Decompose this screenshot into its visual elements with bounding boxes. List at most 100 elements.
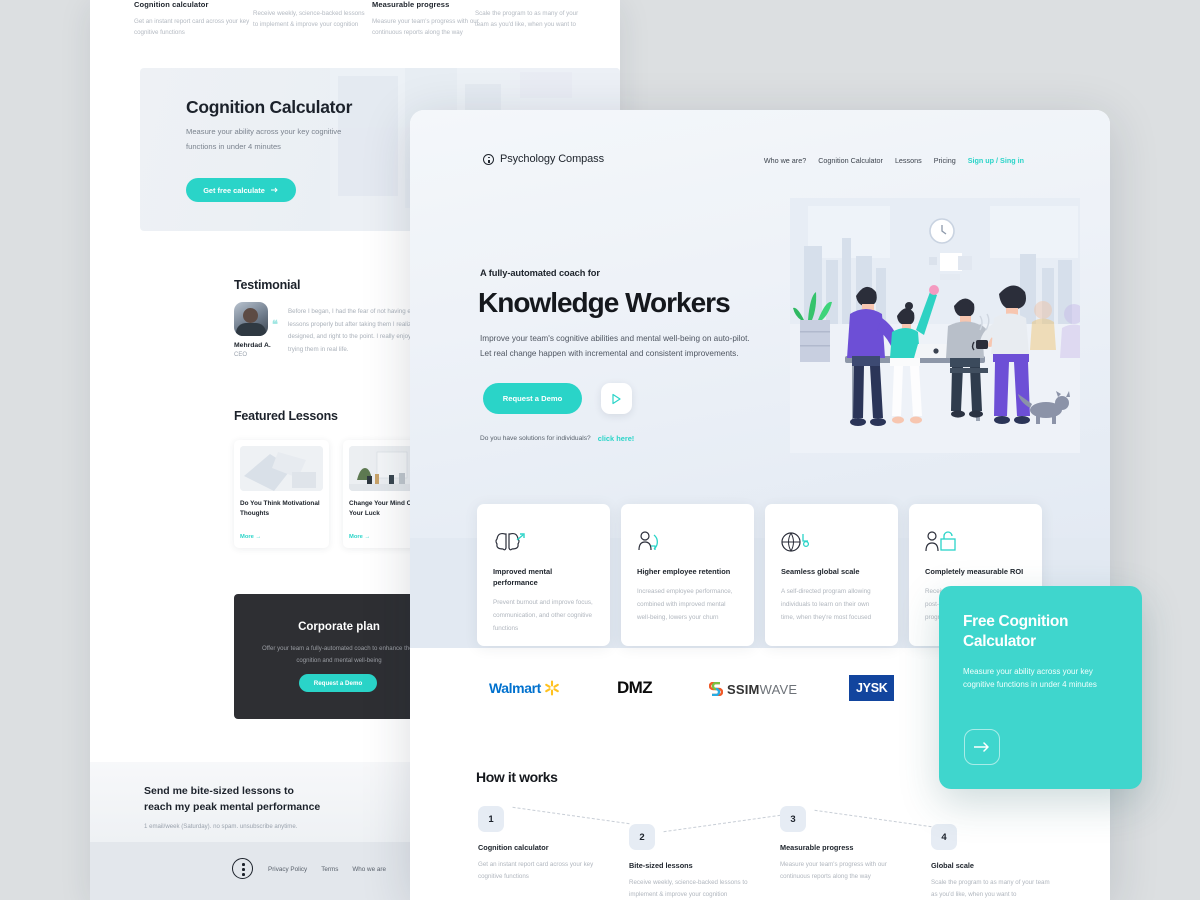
step-title: Cognition calculator	[478, 843, 549, 852]
bg-step-1: Cognition calculator Get an instant repo…	[134, 0, 252, 39]
compass-icon	[483, 153, 494, 165]
client-logo-ssimwave: SSIMWAVE	[709, 676, 797, 702]
hero-subtitle-line2: Let real change happen with incremental …	[480, 349, 739, 359]
ssimwave-mark-icon	[709, 682, 723, 696]
avatar	[234, 302, 268, 336]
team-illustration	[790, 198, 1080, 453]
background-how-it-works-strip: Cognition calculator Get an instant repo…	[90, 0, 620, 58]
bg-step-title: Global scale	[475, 0, 593, 1]
arrow-right-icon	[973, 742, 989, 752]
individuals-question: Do you have solutions for individuals?	[480, 435, 591, 442]
employee-retention-icon	[637, 530, 738, 556]
bg-get-free-calculate-button[interactable]: Get free calculate	[186, 178, 296, 202]
bg-step-4: Global scale Scale the program to as man…	[475, 0, 593, 31]
bg-step-desc: Get an instant report card across your k…	[134, 18, 250, 37]
step-desc: Receive weekly, science-backed lessons t…	[629, 879, 748, 899]
lesson-thumbnail	[240, 446, 323, 491]
bg-testimonial-name: Mehrdad A.	[234, 342, 271, 349]
feature-card-desc: A self-directed program allowing individ…	[781, 588, 872, 621]
hero-eyebrow: A fully-automated coach for	[480, 268, 600, 278]
bg-step-title: Bite-sized lessons	[253, 0, 371, 1]
step-title: Global scale	[931, 861, 974, 870]
walmart-wordmark: Walmart	[489, 680, 541, 696]
step-desc: Measure your team's progress with our co…	[780, 861, 887, 881]
jysk-wordmark: JYSK	[856, 681, 888, 695]
bg-step-desc: Receive weekly, science-backed lessons t…	[253, 10, 365, 29]
feature-card-title: Improved mental performance	[493, 567, 553, 588]
newsletter-note: 1 email/week (Saturday). no spam. unsubs…	[144, 823, 298, 830]
footer-links: Privacy Policy Terms Who we are	[268, 866, 386, 873]
step-desc: Get an instant report card across your k…	[478, 861, 594, 881]
ssimwave-wordmark: SSIMWAVE	[727, 681, 798, 697]
walmart-spark-icon	[545, 680, 559, 696]
nav-item-who-we-are[interactable]: Who we are?	[764, 156, 806, 165]
promo-body: Measure your ability across your key cog…	[963, 666, 1097, 690]
brand-logo[interactable]: Psychology Compass	[483, 153, 604, 165]
more-label: More	[349, 534, 363, 540]
how-it-works-step-1: 1 Cognition calculator Get an instant re…	[478, 806, 598, 883]
nav-links: Who we are? Cognition Calculator Lessons…	[764, 156, 1024, 165]
lesson-more-link[interactable]: More →	[240, 534, 261, 540]
promo-title: Free Cognition Calculator	[963, 612, 1118, 652]
footer-link-who-we-are[interactable]: Who we are	[352, 866, 386, 873]
step-desc: Scale the program to as many of your tea…	[931, 879, 1050, 899]
top-navigation: Psychology Compass Who we are? Cognition…	[410, 110, 1110, 210]
nav-item-lessons[interactable]: Lessons	[895, 156, 922, 165]
dmz-wordmark: DMZ	[617, 678, 653, 697]
newsletter-heading: Send me bite-sized lessons to reach my p…	[144, 784, 320, 815]
desk-photo	[240, 446, 323, 491]
lesson-title: Do You Think Motivational Thoughts	[240, 500, 320, 517]
client-logo-jysk: JYSK	[849, 675, 895, 701]
bg-step-desc: Scale the program to as many of your tea…	[475, 10, 579, 29]
how-it-works-step-4: 4 Global scale Scale the program to as m…	[931, 824, 1051, 900]
request-demo-button[interactable]: Request a Demo	[483, 383, 582, 414]
feature-card-title: Higher employee retention	[637, 567, 731, 576]
feature-card: Improved mental performance Prevent burn…	[477, 504, 610, 646]
bg-step-title: Measurable progress	[372, 0, 450, 9]
feature-card: Seamless global scale A self-directed pr…	[765, 504, 898, 646]
bg-calculator-subtext: Measure your ability across your key cog…	[186, 127, 342, 151]
how-it-works-step-3: 3 Measurable progress Measure your team'…	[780, 806, 900, 883]
bg-lesson-card[interactable]: Do You Think Motivational Thoughts More …	[234, 440, 329, 548]
logo-mark-icon	[232, 858, 253, 879]
nav-signup-signin[interactable]: Sign up / Sing in	[968, 156, 1024, 165]
arrow-right-icon	[270, 187, 278, 193]
free-cognition-calculator-card[interactable]: Free Cognition Calculator Measure your a…	[939, 586, 1142, 789]
bg-calculator-heading: Cognition Calculator	[186, 97, 353, 117]
promo-arrow-button[interactable]	[964, 729, 1000, 765]
measurable-roi-icon	[925, 530, 1026, 556]
step-title: Measurable progress	[780, 843, 854, 852]
promo-title-line1: Free Cognition	[963, 613, 1069, 630]
more-label: More	[240, 534, 254, 540]
footer-link-terms[interactable]: Terms	[321, 866, 338, 873]
step-number: 1	[478, 806, 504, 832]
corporate-desc: Offer your team a fully-automated coach …	[261, 645, 416, 664]
nav-item-cognition-calculator[interactable]: Cognition Calculator	[818, 156, 883, 165]
corporate-request-demo-button[interactable]: Request a Demo	[299, 674, 377, 692]
step-number: 4	[931, 824, 957, 850]
feature-card-desc: Increased employee performance, combined…	[637, 588, 733, 621]
quote-icon: ❝	[272, 319, 278, 331]
brand-name: Psychology Compass	[500, 153, 604, 165]
step-number: 3	[780, 806, 806, 832]
hero-subtitle: Improve your team's cognitive abilities …	[480, 331, 790, 362]
feature-card-title: Completely measurable ROI	[925, 567, 1024, 576]
nav-item-pricing[interactable]: Pricing	[934, 156, 956, 165]
feature-card-desc: Prevent burnout and improve focus, commu…	[493, 599, 593, 633]
lesson-more-link[interactable]: More →	[349, 534, 370, 540]
individuals-row: Do you have solutions for individuals? c…	[480, 434, 634, 443]
brain-icon	[493, 530, 594, 556]
bg-calculator-button-label: Get free calculate	[203, 185, 265, 195]
bg-testimonial-role: CEO	[234, 352, 248, 358]
play-video-button[interactable]	[601, 383, 632, 414]
hero-subtitle-line1: Improve your team's cognitive abilities …	[480, 334, 750, 343]
newsletter-heading-line2: reach my peak mental performance	[144, 800, 321, 813]
play-icon	[612, 393, 621, 404]
footer-link-privacy[interactable]: Privacy Policy	[268, 866, 307, 873]
promo-title-line2: Calculator	[963, 632, 1036, 650]
hero-title: Knowledge Workers	[478, 287, 731, 318]
client-logo-walmart: Walmart	[489, 675, 560, 701]
individuals-click-here-link[interactable]: click here!	[598, 434, 635, 443]
bg-step-desc: Measure your team's progress with our co…	[372, 18, 479, 37]
step-title: Bite-sized lessons	[629, 861, 693, 870]
